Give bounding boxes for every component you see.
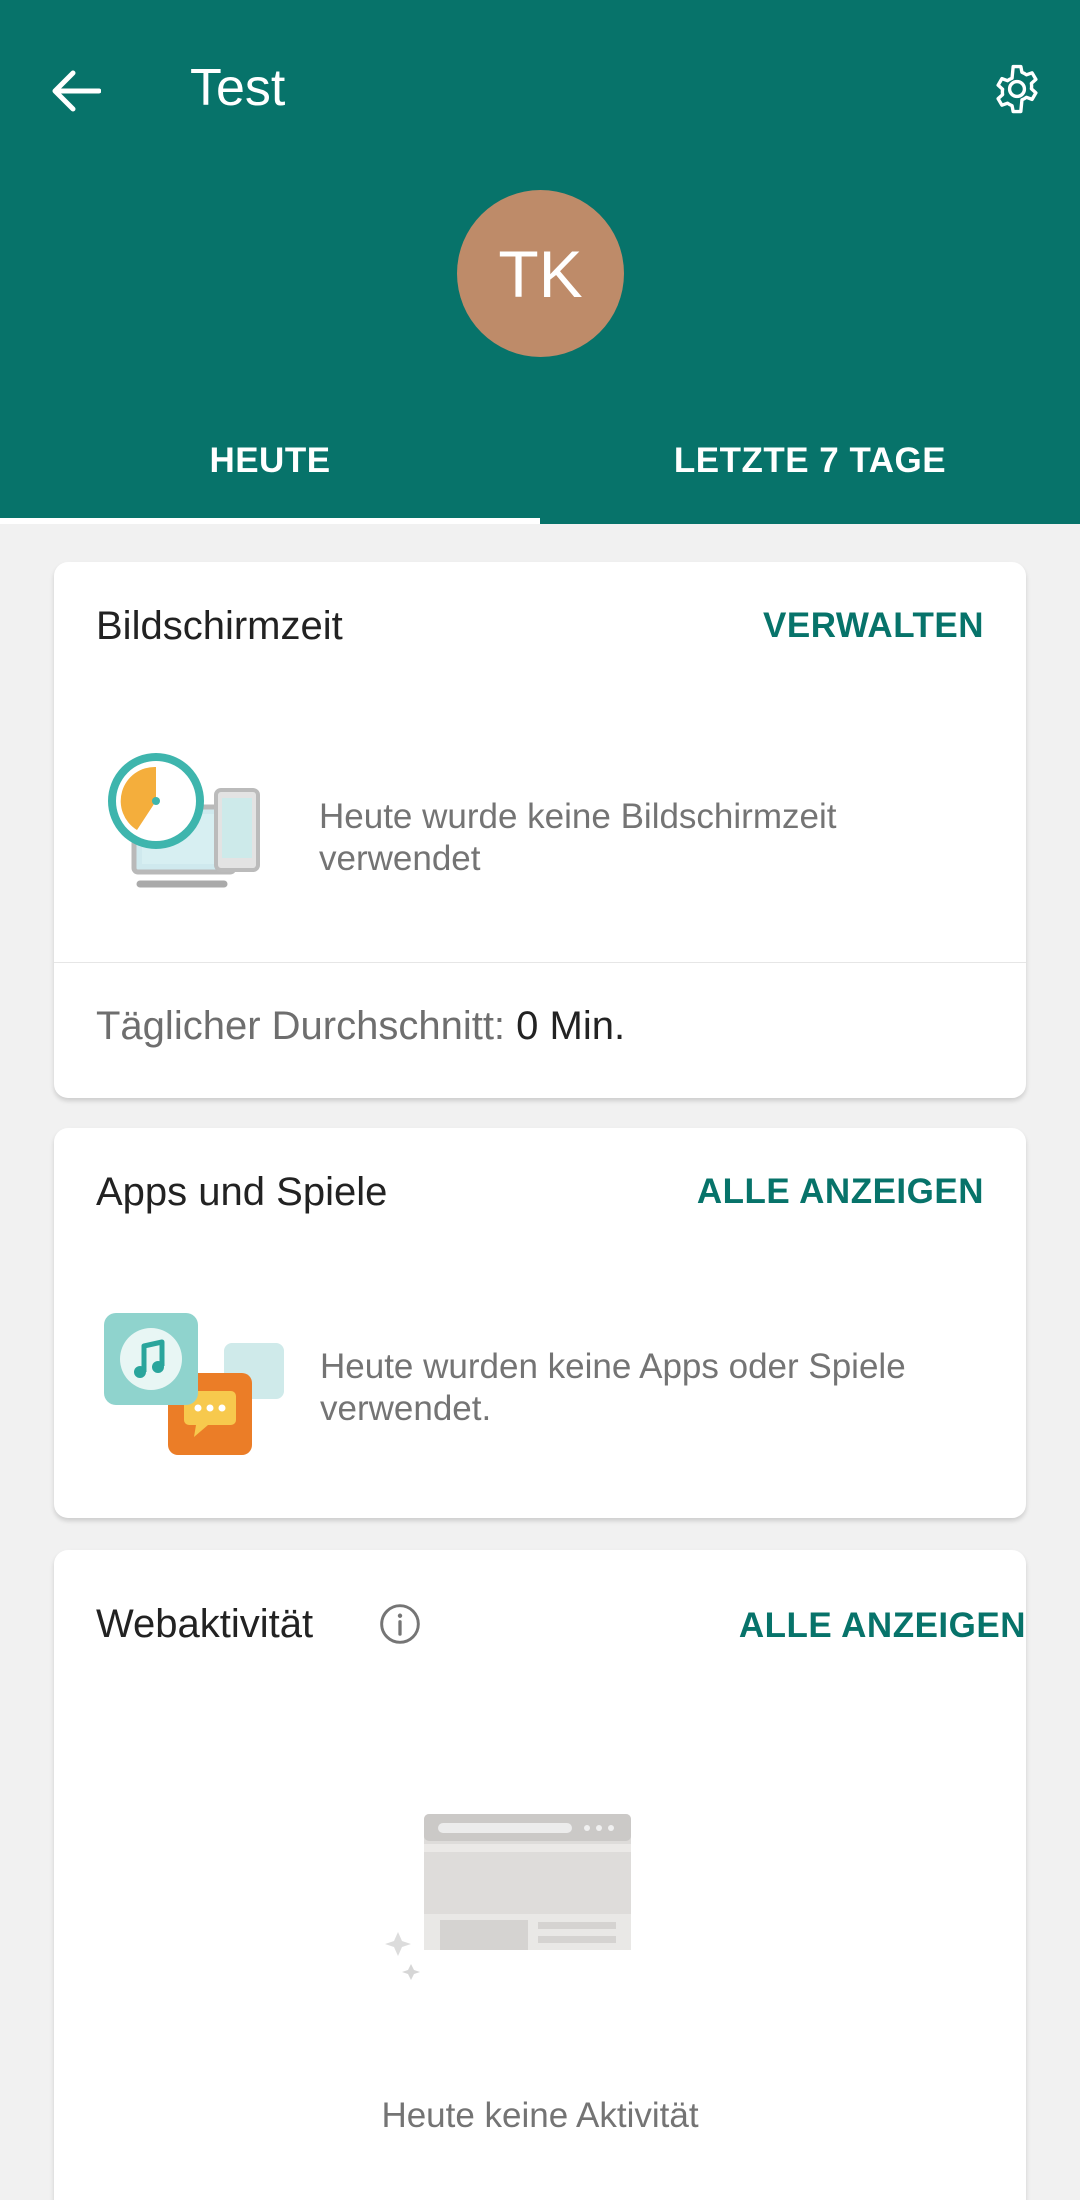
page-title: Test: [190, 59, 286, 117]
info-button[interactable]: [378, 1602, 422, 1646]
music-chat-apps-illustration: [104, 1313, 284, 1455]
tab-last-7-days[interactable]: LETZTE 7 TAGE: [540, 420, 1080, 524]
arrow-back-icon: [52, 70, 101, 112]
settings-button[interactable]: [980, 52, 1054, 126]
tab-indicator: [0, 518, 540, 524]
manage-button[interactable]: VERWALTEN: [763, 606, 984, 646]
apps-games-card: Apps und Spiele ALLE ANZEIGEN Heute wurd…: [54, 1128, 1026, 1518]
apps-message: Heute wurden keine Apps oder Spiele verw…: [320, 1347, 906, 1428]
daily-average-label: Täglicher Durchschnitt:: [96, 1004, 506, 1048]
daily-average-value: 0 Min.: [516, 1004, 626, 1048]
back-button[interactable]: [40, 60, 110, 122]
web-view-all-button[interactable]: ALLE ANZEIGEN: [739, 1606, 1026, 1646]
app-bar: Test TK HEUTE LETZTE 7 TAGE: [0, 0, 1080, 524]
screen-time-title: Bildschirmzeit: [96, 604, 343, 648]
web-activity-card: Webaktivität ALLE ANZEIGEN Heute keine A…: [54, 1550, 1026, 2200]
daily-average: Täglicher Durchschnitt: 0 Min.: [96, 1004, 625, 1049]
divider: [54, 962, 1026, 963]
web-activity-title: Webaktivität: [96, 1602, 314, 1646]
no-activity-message: Heute keine Aktivität: [381, 2096, 699, 2135]
gear-icon: [996, 64, 1038, 114]
screen-time-message: Heute wurde keine Bildschirmzeit verwend…: [319, 797, 837, 878]
apps-view-all-button[interactable]: ALLE ANZEIGEN: [697, 1172, 984, 1212]
info-icon: [380, 1604, 420, 1644]
screen-time-card: Bildschirmzeit VERWALTEN Heute wurde kei…: [54, 562, 1026, 1098]
avatar: TK: [457, 190, 624, 357]
tab-today[interactable]: HEUTE: [0, 420, 540, 524]
clock-devices-illustration: [108, 753, 260, 888]
browser-window-illustration: [385, 1814, 631, 1980]
apps-games-title: Apps und Spiele: [96, 1170, 388, 1214]
